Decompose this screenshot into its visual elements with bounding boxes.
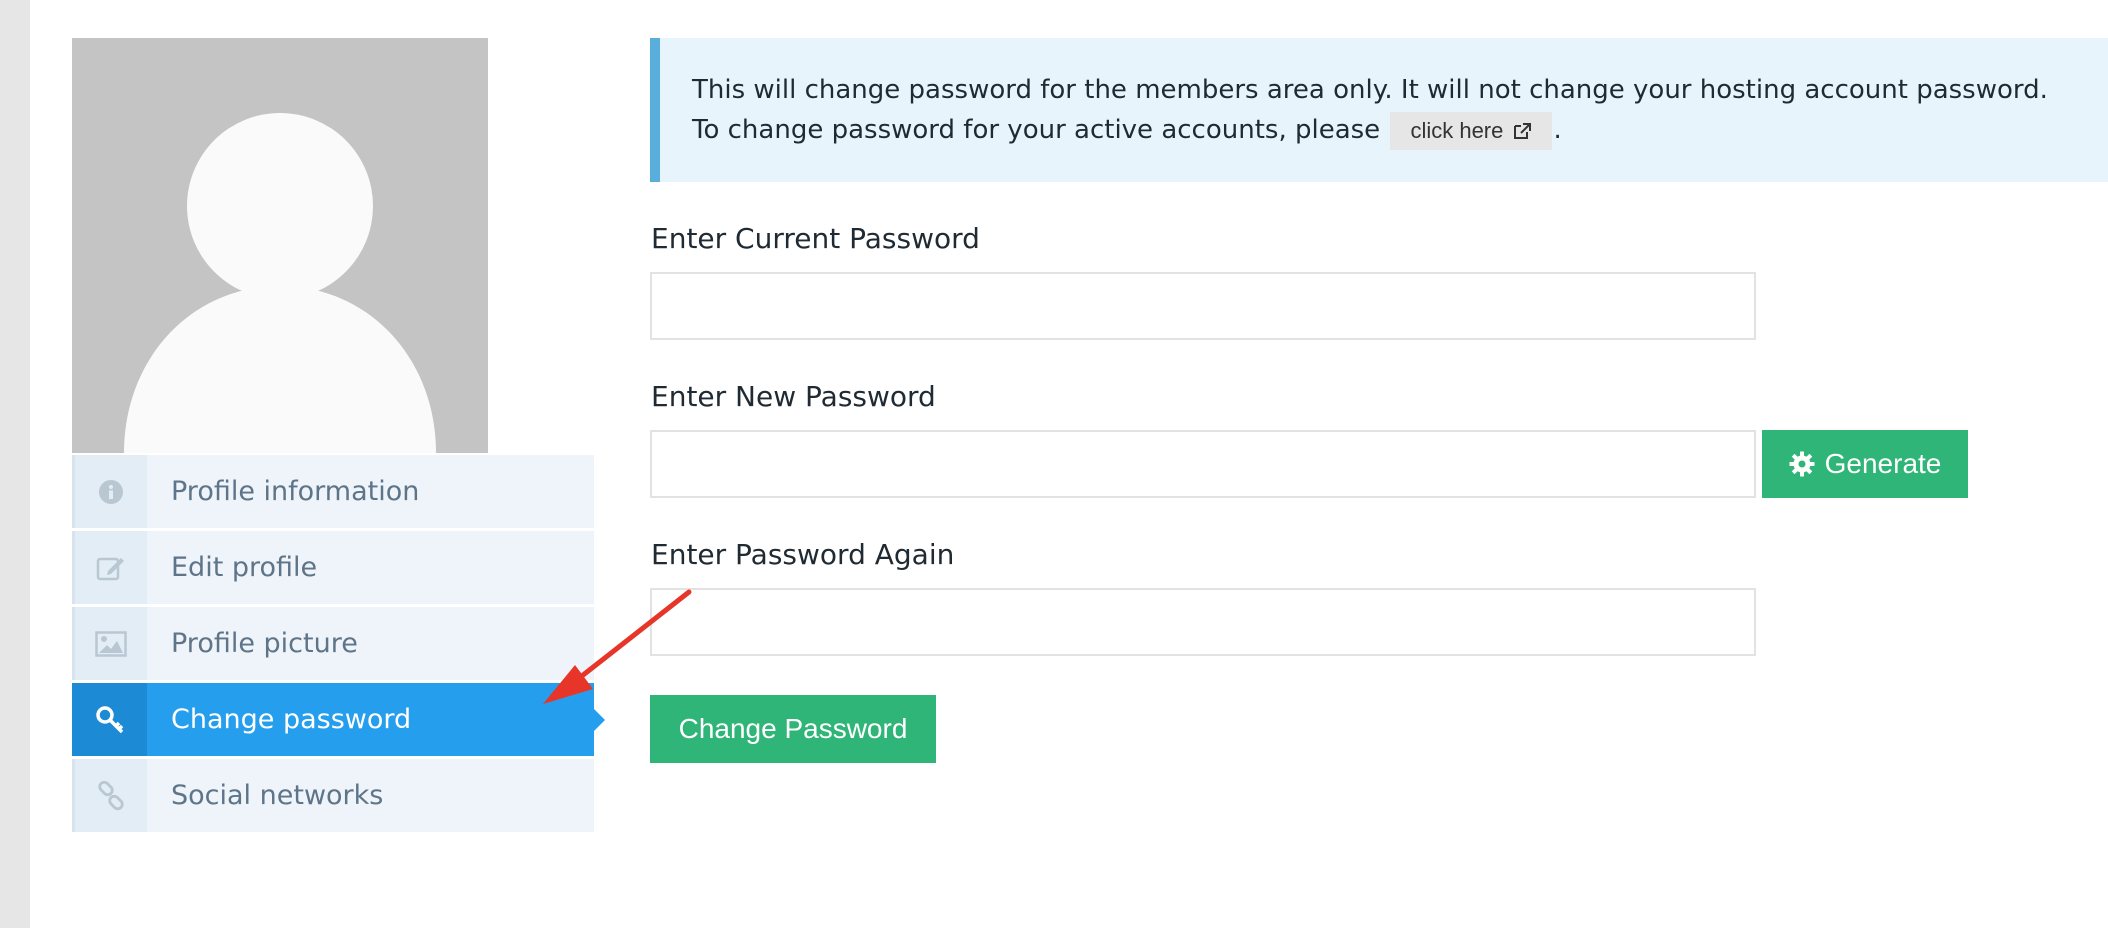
password-again-input[interactable]	[650, 588, 1756, 656]
left-edge-strip	[0, 0, 30, 928]
generate-button[interactable]: Generate	[1762, 430, 1968, 498]
new-password-input[interactable]	[650, 430, 1756, 498]
external-link-icon	[1513, 122, 1531, 139]
sidebar-item-social-networks[interactable]: Social networks	[72, 759, 594, 832]
click-here-link[interactable]: click here	[1390, 111, 1552, 150]
notice-line-2-suffix: .	[1553, 115, 1562, 145]
avatar	[72, 38, 488, 453]
sidebar-item-profile-picture[interactable]: Profile picture	[72, 607, 594, 680]
click-here-label: click here	[1410, 117, 1504, 143]
gear-icon	[1789, 451, 1815, 477]
password-again-label: Enter Password Again	[651, 538, 955, 571]
notice-line-2: To change password for your active accou…	[692, 110, 2108, 150]
link-icon	[72, 759, 147, 832]
sidebar-item-label: Social networks	[171, 780, 384, 811]
new-password-label: Enter New Password	[651, 380, 936, 413]
generate-button-label: Generate	[1824, 448, 1942, 479]
sidebar-item-label: Profile information	[171, 476, 420, 507]
notice-line-2-text: To change password for your active accou…	[692, 115, 1381, 145]
sidebar-item-label: Change password	[171, 704, 412, 735]
current-password-input[interactable]	[650, 272, 1756, 340]
change-password-button[interactable]: Change Password	[650, 695, 936, 763]
image-icon	[72, 607, 147, 680]
page: Profile information Edit profile Profile…	[0, 0, 2108, 928]
info-notice: This will change password for the member…	[650, 38, 2108, 182]
edit-icon	[72, 531, 147, 604]
change-password-button-label: Change Password	[678, 713, 908, 744]
notice-line-1: This will change password for the member…	[692, 75, 2048, 105]
current-password-label: Enter Current Password	[651, 222, 980, 255]
sidebar-menu: Profile information Edit profile Profile…	[72, 455, 605, 835]
avatar-placeholder-icon	[72, 38, 488, 453]
sidebar-item-change-password[interactable]: Change password	[72, 683, 605, 756]
sidebar-item-label: Profile picture	[171, 628, 358, 659]
sidebar-item-edit-profile[interactable]: Edit profile	[72, 531, 594, 604]
sidebar-item-profile-information[interactable]: Profile information	[72, 455, 594, 528]
key-icon	[72, 683, 147, 756]
info-icon	[72, 455, 147, 528]
sidebar-item-label: Edit profile	[171, 552, 318, 583]
